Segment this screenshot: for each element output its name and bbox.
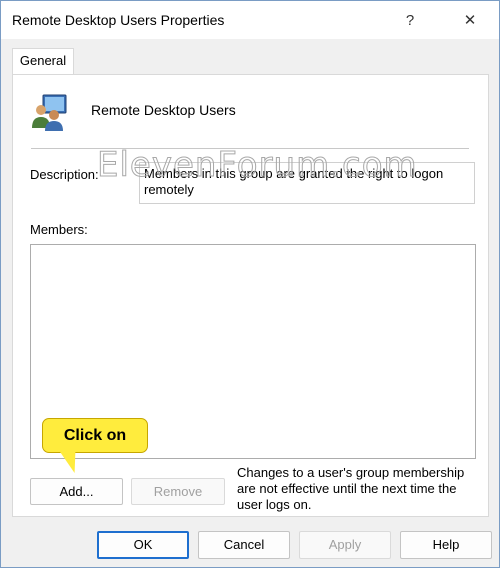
add-button[interactable]: Add... — [30, 478, 123, 505]
watermark: ElevenForum.com — [97, 145, 418, 186]
users-group-icon — [32, 94, 67, 131]
cancel-button[interactable]: Cancel — [198, 531, 290, 559]
close-button[interactable]: ✕ — [447, 1, 493, 39]
click-on-callout: Click on — [42, 418, 148, 453]
group-name: Remote Desktop Users — [91, 102, 236, 118]
membership-note: Changes to a user's group membership are… — [237, 465, 465, 512]
tab-general[interactable]: General — [12, 48, 74, 74]
properties-dialog: Remote Desktop Users Properties ? ✕ Gene… — [0, 0, 500, 568]
description-label: Description: — [30, 167, 99, 182]
general-panel: Remote Desktop Users Description: Member… — [12, 74, 489, 517]
apply-button[interactable]: Apply — [299, 531, 391, 559]
help-title-button[interactable]: ? — [387, 1, 433, 39]
remove-button[interactable]: Remove — [131, 478, 225, 505]
tab-strip: General — [1, 39, 499, 75]
ok-button[interactable]: OK — [97, 531, 189, 559]
title-bar: Remote Desktop Users Properties ? ✕ — [1, 1, 499, 39]
help-button[interactable]: Help — [400, 531, 492, 559]
window-title: Remote Desktop Users Properties — [12, 12, 225, 28]
members-label: Members: — [30, 222, 88, 237]
